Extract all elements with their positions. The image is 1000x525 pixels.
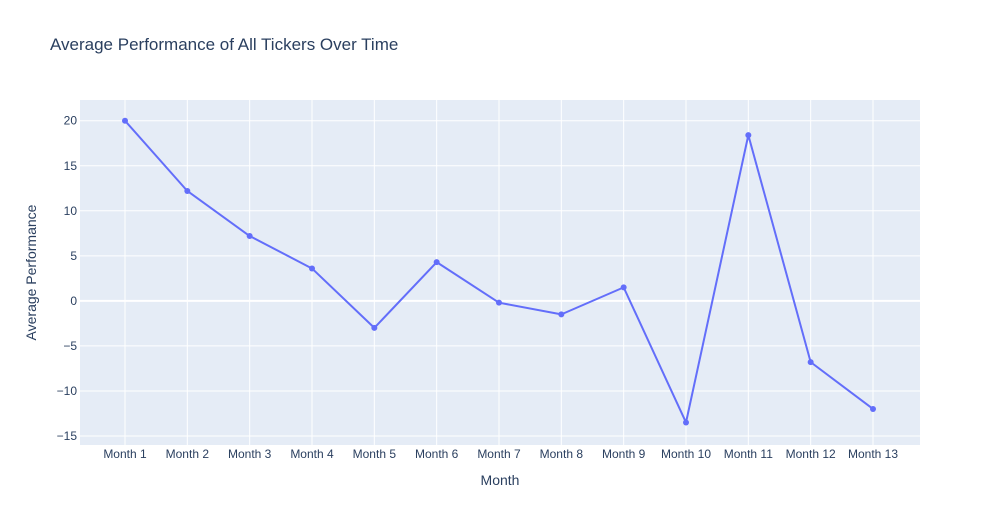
y-tick-label: 5 bbox=[70, 249, 77, 263]
data-point bbox=[870, 405, 876, 412]
data-point bbox=[433, 259, 440, 266]
y-tick-label: 15 bbox=[64, 159, 78, 173]
data-point bbox=[496, 299, 502, 306]
x-axis-title: Month bbox=[481, 472, 520, 488]
x-tick-label: Month 6 bbox=[415, 447, 459, 461]
x-tick-label: Month 12 bbox=[786, 447, 836, 461]
line-chart: −15−10−505101520 Month 1 Month 2 Month 3 Mo… bbox=[23, 35, 920, 488]
y-tick-label: 10 bbox=[64, 204, 78, 218]
data-point bbox=[184, 187, 191, 194]
chart-title: Average Performance of All Tickers Over … bbox=[50, 35, 398, 54]
x-tick-label: Month 3 bbox=[228, 447, 272, 461]
x-tick-label: Month 9 bbox=[602, 447, 646, 461]
data-point bbox=[683, 419, 689, 426]
y-tick-label: −15 bbox=[57, 429, 78, 443]
y-tick-label: 0 bbox=[70, 294, 77, 308]
y-tick-label: 20 bbox=[64, 114, 78, 128]
y-tick-label: −5 bbox=[63, 339, 77, 353]
plot-background bbox=[80, 100, 920, 445]
data-point bbox=[745, 132, 752, 139]
x-tick-label: Month 7 bbox=[477, 447, 521, 461]
x-tick-label: Month 2 bbox=[166, 447, 210, 461]
x-tick-label: Month 4 bbox=[290, 447, 334, 461]
data-point bbox=[620, 284, 627, 291]
y-axis-ticks: −15 −10 −5 0 5 10 15 20 bbox=[57, 114, 78, 443]
x-tick-label: Month 11 bbox=[724, 447, 773, 461]
x-tick-label: Month 10 bbox=[661, 447, 711, 461]
data-point bbox=[246, 233, 253, 240]
x-tick-label: Month 5 bbox=[353, 447, 397, 461]
data-point bbox=[122, 117, 128, 124]
data-point bbox=[558, 311, 565, 318]
y-tick-label: −10 bbox=[57, 384, 78, 398]
data-point bbox=[371, 324, 378, 331]
x-tick-label: Month 13 bbox=[848, 447, 898, 461]
y-axis-title: Average Performance bbox=[23, 204, 39, 340]
x-tick-label: Month 1 bbox=[103, 447, 147, 461]
data-point bbox=[309, 265, 315, 272]
x-axis-ticks: Month 1 Month 2 Month 3 Month 4 Month 5 Month… bbox=[103, 447, 898, 461]
x-tick-label: Month 8 bbox=[540, 447, 584, 461]
data-point bbox=[807, 359, 814, 366]
